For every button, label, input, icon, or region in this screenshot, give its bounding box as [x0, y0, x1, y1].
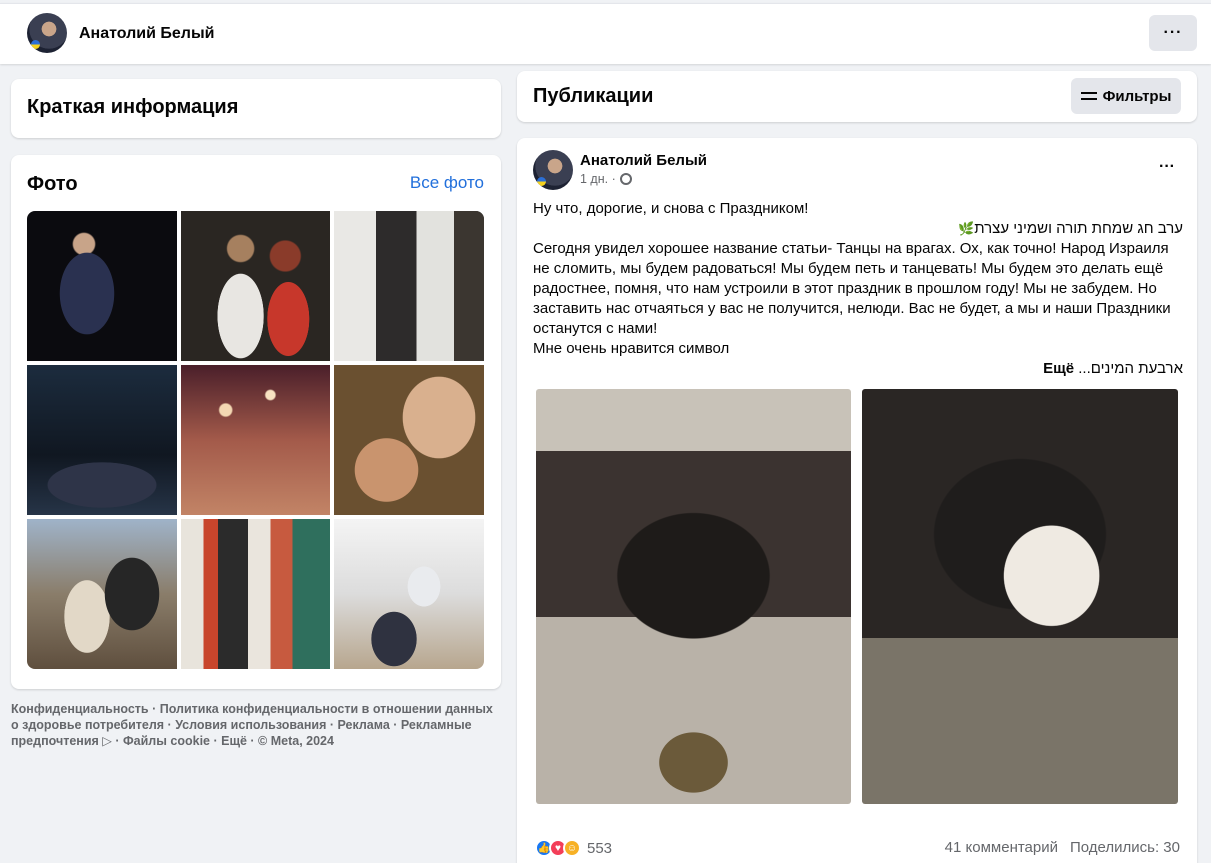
post-image[interactable]: [862, 389, 1178, 804]
see-more-link[interactable]: Ещё: [1043, 360, 1074, 377]
all-photos-link[interactable]: Все фото: [410, 173, 484, 193]
profile-topbar: Анатолий Белый ···: [0, 3, 1211, 64]
post-hebrew-line: ערב חג שמחת תורה ושמיני עצרת🌿: [533, 219, 1183, 239]
globe-icon: [619, 173, 632, 185]
footer-links[interactable]: Конфиденциальность · Политика конфиденци…: [11, 701, 503, 749]
photo-grid: [27, 211, 484, 669]
care-icon: ☺: [563, 839, 581, 857]
photo-thumbnail[interactable]: [27, 211, 177, 361]
avatar[interactable]: [27, 13, 67, 53]
post-author[interactable]: Анатолий Белый: [580, 152, 707, 169]
post-body: Сегодня увидел хорошее название статьи- …: [533, 240, 1171, 337]
sprout-icon: 🌿: [958, 221, 975, 236]
hebrew-text: ארבעת המינים...: [1078, 360, 1183, 377]
post-more-button[interactable]: ···: [1159, 158, 1175, 176]
post-line: Мне очень нравится символ: [533, 340, 730, 357]
photo-thumbnail[interactable]: [180, 211, 331, 361]
photo-thumbnail[interactable]: [27, 365, 177, 515]
post-stats: 41 комментарий Поделились: 30: [945, 839, 1180, 856]
reactions-summary[interactable]: 👍 ♥ ☺ 553: [535, 839, 612, 857]
photos-title[interactable]: Фото: [27, 173, 78, 196]
publications-title: Публикации: [533, 85, 654, 107]
post-hebrew-line: ארבעת המינים... Ещё: [533, 359, 1183, 379]
photo-thumbnail[interactable]: [334, 519, 484, 669]
filters-label: Фильтры: [1102, 87, 1172, 105]
more-options-button[interactable]: ···: [1149, 15, 1197, 51]
post-card: Анатолий Белый 1 дн. · ··· Ну что, дорог…: [517, 138, 1197, 863]
photo-thumbnail[interactable]: [334, 211, 484, 361]
intro-card: Краткая информация: [11, 79, 501, 138]
intro-title: Краткая информация: [27, 96, 239, 118]
comments-count[interactable]: 41 комментарий: [945, 839, 1058, 856]
photos-card: Фото Все фото: [11, 155, 501, 689]
reaction-icons: 👍 ♥ ☺: [535, 839, 581, 857]
publications-header: Публикации Фильтры: [517, 71, 1197, 122]
reactions-count: 553: [587, 839, 613, 857]
post-image[interactable]: [536, 389, 851, 804]
photo-thumbnail[interactable]: [180, 365, 331, 515]
profile-name[interactable]: Анатолий Белый: [79, 25, 214, 43]
post-avatar[interactable]: [533, 150, 573, 190]
photo-thumbnail[interactable]: [334, 365, 484, 515]
filters-button[interactable]: Фильтры: [1071, 78, 1181, 114]
post-line: Ну что, дорогие, и снова с Праздником!: [533, 200, 809, 217]
shares-count[interactable]: Поделились: 30: [1070, 839, 1180, 856]
post-text: Ну что, дорогие, и снова с Праздником! ע…: [533, 199, 1183, 379]
hebrew-text: ערב חג שמחת תורה ושמיני עצרת: [974, 220, 1183, 237]
ukraine-flag-icon: [31, 40, 40, 49]
post-meta: 1 дн. ·: [580, 172, 632, 186]
photo-thumbnail[interactable]: [180, 519, 331, 669]
photo-thumbnail[interactable]: [27, 519, 177, 669]
filters-icon: [1080, 90, 1097, 102]
ukraine-flag-icon: [537, 177, 546, 186]
post-time[interactable]: 1 дн. ·: [580, 172, 616, 186]
